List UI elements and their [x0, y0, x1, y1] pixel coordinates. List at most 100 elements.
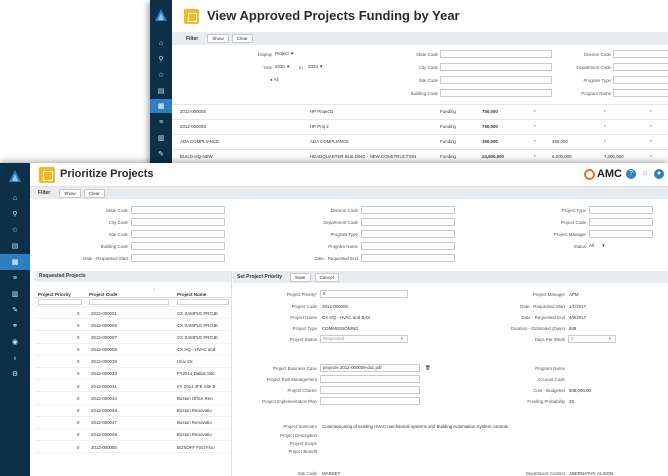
- list-icon[interactable]: ≡: [150, 115, 172, 129]
- star-icon[interactable]: ☆: [0, 222, 30, 238]
- brand-logo: AMC: [583, 168, 622, 180]
- year-from-select[interactable]: 2010 ▼: [275, 63, 297, 71]
- site-code-input[interactable]: [131, 230, 225, 238]
- cell-name: Boston Renovatio: [177, 408, 212, 413]
- sort-icon[interactable]: ↑: [153, 287, 155, 292]
- cell-c5: *: [650, 154, 652, 159]
- table-row[interactable]: 0 2012-000048 Boston Renovatio: [35, 429, 231, 442]
- calendar-icon[interactable]: ▥: [0, 286, 30, 302]
- eye-icon[interactable]: ◉: [0, 334, 30, 350]
- implementation-plan-input[interactable]: [320, 397, 420, 405]
- project-manager-input[interactable]: [589, 230, 653, 238]
- table-row[interactable]: 0 2012-000007 CX SAMPLE PROJE: [35, 331, 231, 344]
- search-icon[interactable]: ⚲: [150, 52, 172, 66]
- project-priority-input[interactable]: 0: [320, 290, 408, 298]
- cell-priority: 0: [77, 420, 80, 426]
- department-code-input[interactable]: [361, 218, 455, 226]
- site-code-input[interactable]: [440, 76, 552, 84]
- program-name-input[interactable]: [361, 242, 455, 250]
- date-requested-start-input[interactable]: [131, 254, 225, 262]
- brand-name: AMC: [596, 168, 622, 180]
- project-code-input[interactable]: [589, 218, 653, 226]
- calendar-icon[interactable]: ▥: [150, 131, 172, 145]
- cell-name: HP Proj 2: [310, 124, 329, 129]
- table-row[interactable]: 0 2012-000029 Univ SX: [35, 356, 231, 368]
- project-type-input[interactable]: [589, 206, 653, 214]
- cell-code: 2012-000048: [91, 432, 117, 438]
- risk-management-input[interactable]: [320, 375, 420, 383]
- program-name-label: Program Name: [535, 366, 565, 371]
- state-code-input[interactable]: [131, 206, 225, 214]
- table-row[interactable]: BUILD-HQ-NEW HEADQUARTER BUILDING - NEW C…: [172, 149, 668, 164]
- table-row[interactable]: 0 2012-000047 Boston Renovatio: [35, 417, 231, 429]
- reports-icon[interactable]: ▤: [0, 238, 30, 254]
- cell-name: FY2014 Dallas Site: [177, 371, 215, 377]
- settings-icon[interactable]: ⚙: [0, 366, 30, 382]
- reports-icon[interactable]: ▤: [150, 84, 172, 98]
- business-case-input[interactable]: projects-2012-000009-doc.pdf: [320, 364, 420, 372]
- table-row[interactable]: 0 2012-000001 CX SAMPLE PROJE: [35, 307, 231, 320]
- building-code-input[interactable]: [440, 89, 552, 97]
- status-select[interactable]: All ▼: [589, 242, 629, 250]
- tools-icon[interactable]: ✎: [0, 302, 30, 318]
- display-select[interactable]: Project ▼: [275, 50, 317, 58]
- program-type-input[interactable]: [613, 76, 668, 84]
- name-filter-input[interactable]: [177, 299, 229, 305]
- date-requested-end-input[interactable]: [361, 254, 455, 262]
- project-charter-input[interactable]: [320, 386, 420, 394]
- city-code-input[interactable]: [440, 63, 552, 71]
- table-row[interactable]: 2012-000056 HP Proj 2 Funding 750,000 * * *: [172, 119, 668, 134]
- cell-amt: 750,000: [482, 124, 498, 129]
- table-row[interactable]: 0 2012-000044 Boston Office Ren: [35, 392, 231, 405]
- project-code-value: 2012-000006: [322, 304, 348, 309]
- code-filter-input[interactable]: [89, 299, 169, 305]
- priority-filter-input[interactable]: [38, 299, 82, 305]
- table-row[interactable]: 0 2012-000050 BOSOFF First Floo: [35, 441, 231, 454]
- table-row[interactable]: 0 2012-000009 CX HQ - HVAC and: [35, 344, 231, 356]
- table-row[interactable]: 0 2012-000006 CX SAMPLE PROJE: [35, 319, 231, 332]
- table-row[interactable]: 0 2012-000033 FY2014 Dallas Site: [35, 368, 231, 381]
- tools-icon[interactable]: ✎: [150, 147, 172, 161]
- days-per-week-select[interactable]: 5 ▼: [568, 335, 616, 343]
- set-priority-header: Set Project Priority Save Cancel: [233, 271, 668, 283]
- division-code-input[interactable]: [613, 50, 668, 58]
- table-row[interactable]: 2012-000055 HP Project1 Funding 750,000 * * *: [172, 104, 668, 119]
- projects-icon[interactable]: ▦: [0, 254, 30, 270]
- projects-icon[interactable]: ▦: [150, 99, 172, 113]
- show-button[interactable]: Show: [207, 34, 229, 43]
- cancel-button[interactable]: Cancel: [314, 272, 339, 282]
- home-icon[interactable]: ⌂: [640, 169, 650, 179]
- star-icon[interactable]: ☆: [150, 68, 172, 82]
- list-icon[interactable]: ≡: [0, 270, 30, 286]
- department-code-input[interactable]: [613, 63, 668, 71]
- clear-button[interactable]: Clear: [231, 34, 253, 43]
- cell-priority: 0: [77, 383, 80, 389]
- table-row[interactable]: 0 2012-000041 FY 2014 JFK Site B: [35, 380, 231, 393]
- clear-button[interactable]: Clear: [83, 188, 105, 198]
- show-button[interactable]: Show: [59, 188, 81, 198]
- help-icon[interactable]: ?: [626, 169, 636, 179]
- cell-type: Funding: [440, 154, 456, 159]
- table-row[interactable]: 0 2012-000046 Boston Renovatio: [35, 405, 231, 417]
- save-button[interactable]: Save: [290, 272, 311, 282]
- project-status-select[interactable]: Requested ▼: [320, 335, 408, 343]
- user-icon[interactable]: ●: [654, 169, 664, 179]
- home-icon[interactable]: ⌂: [150, 36, 172, 50]
- table-row[interactable]: ADA COMPLIANCE ADA COMPLIANCE Funding 350,0…: [172, 134, 668, 149]
- all-radio[interactable]: ● All: [270, 77, 279, 82]
- link-icon[interactable]: ⚭: [0, 318, 30, 334]
- home-icon[interactable]: ⌂: [0, 190, 30, 206]
- bulb-icon[interactable]: ♁: [0, 350, 30, 366]
- building-code-input[interactable]: [131, 242, 225, 250]
- program-name-input[interactable]: [613, 89, 668, 97]
- cell-type: Funding: [440, 124, 456, 129]
- division-code-input[interactable]: [361, 206, 455, 214]
- trash-icon[interactable]: 🗑: [425, 365, 431, 371]
- state-code-input[interactable]: [440, 50, 552, 58]
- search-icon[interactable]: ⚲: [0, 206, 30, 222]
- city-code-input[interactable]: [131, 218, 225, 226]
- program-type-label: Program Type: [330, 232, 359, 237]
- program-type-input[interactable]: [361, 230, 455, 238]
- year-to-select[interactable]: 2023 ▼: [308, 63, 332, 71]
- funding-table: 2012-000055 HP Project1 Funding 750,000 * * * 2…: [172, 104, 668, 164]
